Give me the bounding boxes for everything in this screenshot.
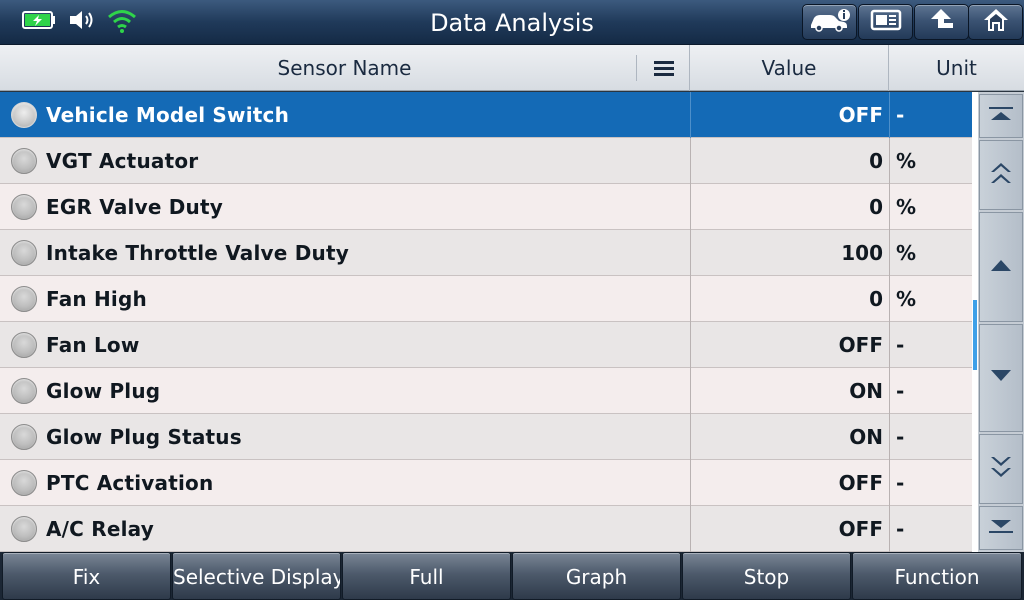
- title-bar: Data Analysis: [0, 0, 1024, 45]
- sensor-name: Intake Throttle Valve Duty: [46, 241, 349, 265]
- sensor-name: Glow Plug Status: [46, 425, 242, 449]
- sensor-value: 0: [690, 276, 886, 322]
- report-button[interactable]: [858, 4, 913, 40]
- page-up-icon: [987, 160, 1015, 190]
- sensor-unit: -: [889, 414, 972, 460]
- column-header-value[interactable]: Value: [690, 45, 889, 91]
- sensor-value: ON: [690, 414, 886, 460]
- scroll-top-button[interactable]: [979, 94, 1023, 138]
- wifi-icon: [107, 8, 137, 38]
- sensor-value: 0: [690, 184, 886, 230]
- sensor-value: OFF: [690, 92, 886, 138]
- sensor-value: OFF: [690, 506, 886, 552]
- table-row[interactable]: VGT Actuator 0 %: [0, 138, 972, 184]
- table-row[interactable]: Vehicle Model Switch OFF -: [0, 92, 972, 138]
- function-button[interactable]: Function: [852, 552, 1022, 600]
- sensor-name: A/C Relay: [46, 517, 154, 541]
- line-down-icon: [989, 368, 1013, 388]
- scroll-bottom-icon: [987, 517, 1015, 539]
- table-row[interactable]: Fan Low OFF -: [0, 322, 972, 368]
- scroll-top-icon: [987, 105, 1015, 127]
- home-icon: [981, 6, 1011, 38]
- page-down-icon: [987, 454, 1015, 484]
- row-radio-icon[interactable]: [11, 102, 37, 128]
- scroll-bottom-button[interactable]: [979, 506, 1023, 550]
- graph-button[interactable]: Graph: [512, 552, 681, 600]
- row-radio-icon[interactable]: [11, 148, 37, 174]
- scroll-buttons: [978, 92, 1024, 552]
- sensor-name: EGR Valve Duty: [46, 195, 223, 219]
- row-radio-icon[interactable]: [11, 516, 37, 542]
- row-radio-icon[interactable]: [11, 332, 37, 358]
- column-menu-icon[interactable]: [653, 58, 675, 78]
- line-up-button[interactable]: [979, 212, 1023, 322]
- vehicle-info-button[interactable]: [802, 4, 857, 40]
- sensor-unit: %: [889, 184, 972, 230]
- report-icon: [869, 7, 903, 37]
- row-radio-icon[interactable]: [11, 240, 37, 266]
- vehicle-info-icon: [808, 7, 852, 37]
- sensor-value: ON: [690, 368, 886, 414]
- sensor-unit: %: [889, 276, 972, 322]
- bottom-toolbar: Fix Selective Display Full Graph Stop Fu…: [0, 552, 1024, 600]
- stop-button[interactable]: Stop: [682, 552, 851, 600]
- sensor-unit: -: [889, 506, 972, 552]
- column-header-sensor-name[interactable]: Sensor Name: [0, 45, 690, 91]
- row-radio-icon[interactable]: [11, 194, 37, 220]
- sensor-name: Glow Plug: [46, 379, 161, 403]
- back-icon: [927, 6, 957, 38]
- sensor-unit: %: [889, 138, 972, 184]
- sensor-unit: %: [889, 230, 972, 276]
- line-up-icon: [989, 257, 1013, 277]
- sensor-value: 100: [690, 230, 886, 276]
- header-divider: [636, 55, 637, 81]
- table-row[interactable]: Glow Plug Status ON -: [0, 414, 972, 460]
- home-button[interactable]: [968, 4, 1023, 40]
- table-row[interactable]: Intake Throttle Valve Duty 100 %: [0, 230, 972, 276]
- sensor-name: Fan Low: [46, 333, 140, 357]
- sensor-unit: -: [889, 92, 972, 138]
- sensor-unit: -: [889, 368, 972, 414]
- table-row[interactable]: Fan High 0 %: [0, 276, 972, 322]
- selective-display-button[interactable]: Selective Display: [172, 552, 341, 600]
- sensor-unit: -: [889, 322, 972, 368]
- row-radio-icon[interactable]: [11, 424, 37, 450]
- table-row[interactable]: EGR Valve Duty 0 %: [0, 184, 972, 230]
- sensor-list: Vehicle Model Switch OFF - VGT Actuator …: [0, 92, 972, 552]
- table-row[interactable]: PTC Activation OFF -: [0, 460, 972, 506]
- sensor-name: Fan High: [46, 287, 147, 311]
- line-down-button[interactable]: [979, 324, 1023, 432]
- sensor-name: VGT Actuator: [46, 149, 199, 173]
- table-row[interactable]: Glow Plug ON -: [0, 368, 972, 414]
- row-radio-icon[interactable]: [11, 286, 37, 312]
- sensor-name: Vehicle Model Switch: [46, 103, 290, 127]
- column-header-unit[interactable]: Unit: [889, 45, 1024, 91]
- row-radio-icon[interactable]: [11, 470, 37, 496]
- scroll-thumb[interactable]: [973, 300, 977, 370]
- sensor-name: PTC Activation: [46, 471, 214, 495]
- row-radio-icon[interactable]: [11, 378, 37, 404]
- sensor-unit: -: [889, 460, 972, 506]
- back-button[interactable]: [914, 4, 969, 40]
- speaker-icon: [68, 8, 98, 36]
- page-down-button[interactable]: [979, 434, 1023, 504]
- full-button[interactable]: Full: [342, 552, 511, 600]
- page-up-button[interactable]: [979, 140, 1023, 210]
- sensor-value: OFF: [690, 322, 886, 368]
- table-header: Sensor Name Value Unit: [0, 45, 1024, 91]
- table-row[interactable]: A/C Relay OFF -: [0, 506, 972, 552]
- battery-icon: [22, 11, 56, 33]
- sensor-value: OFF: [690, 460, 886, 506]
- fix-button[interactable]: Fix: [2, 552, 171, 600]
- sensor-value: 0: [690, 138, 886, 184]
